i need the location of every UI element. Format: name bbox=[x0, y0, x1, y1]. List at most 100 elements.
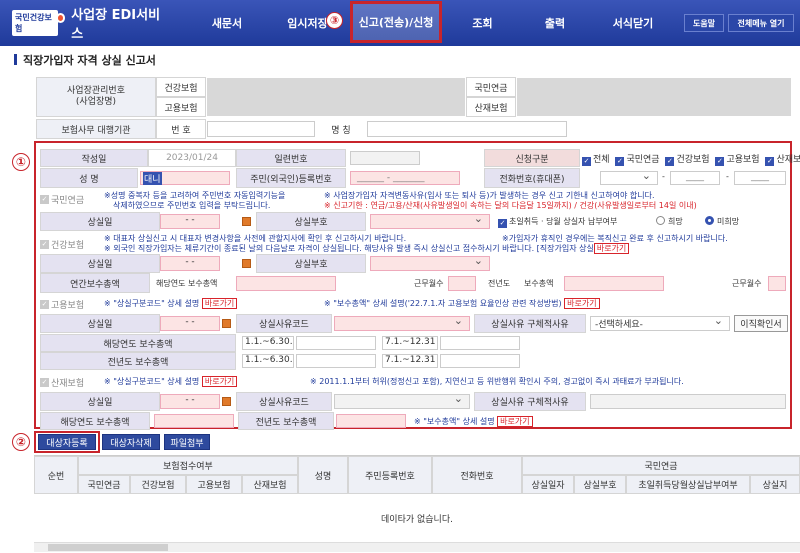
emp-loss-date-input[interactable]: - - bbox=[160, 316, 220, 331]
agency-number-input[interactable] bbox=[207, 121, 315, 137]
hope-radio[interactable]: 희망 bbox=[656, 216, 683, 227]
no-hope-radio[interactable]: 미희망 bbox=[705, 216, 739, 227]
logo-pin-icon bbox=[55, 13, 66, 23]
emp-note-1: ※ "상실구분코드" 상세 설명 바로가기 bbox=[104, 298, 238, 309]
horizontal-scrollbar[interactable] bbox=[34, 542, 800, 552]
attach-file-button[interactable]: 파일첨부 bbox=[164, 434, 210, 450]
apply-all-checkbox[interactable]: ✓ 전체 bbox=[582, 155, 610, 166]
acc-pay-shortcut-link[interactable]: 바로가기 bbox=[497, 416, 533, 427]
last-year-pay-input[interactable] bbox=[564, 276, 664, 291]
loss-date-input[interactable]: - - bbox=[160, 214, 220, 229]
check-icon: ✓ bbox=[498, 219, 507, 228]
acc-this-year-pay-input[interactable] bbox=[154, 414, 234, 428]
register-target-button[interactable]: 대상자등록 bbox=[38, 434, 96, 450]
health-note-3: ※가입자가 휴직인 경우에는 복직신고 완료 후 신고하시기 바랍니다. bbox=[502, 234, 728, 243]
acc-note-1: ※ "상실구분코드" 상세 설명 바로가기 bbox=[104, 376, 238, 387]
last-year-months-input[interactable] bbox=[768, 276, 786, 291]
health-label: 건강보험 bbox=[156, 77, 206, 97]
menu-inquiry[interactable]: 조회 bbox=[455, 0, 510, 46]
calendar-icon[interactable] bbox=[222, 397, 231, 406]
step-2-marker: ② bbox=[12, 433, 30, 451]
accident-section-tag: ✓ 산재보험 bbox=[40, 378, 85, 389]
apply-accident-checkbox[interactable]: ✓산재보험 bbox=[765, 155, 800, 166]
write-date-value[interactable]: 2023/01/24 bbox=[148, 149, 236, 167]
emp-this-year-h1-input[interactable] bbox=[296, 336, 376, 350]
step-1-marker: ① bbox=[12, 153, 30, 171]
menu-submit-report[interactable]: 신고(전송)/신청 bbox=[350, 1, 442, 43]
check-icon: ✓ bbox=[665, 157, 675, 166]
help-button[interactable]: 도움말 bbox=[684, 14, 724, 32]
health-shortcut-link[interactable]: 바로가기 bbox=[593, 243, 630, 254]
loss-date-label: 상실일 bbox=[40, 212, 160, 231]
agency-name-label: 명 칭 bbox=[331, 125, 351, 136]
emp-pay-shortcut-link[interactable]: 바로가기 bbox=[564, 298, 600, 309]
agency-label: 보험사무 대행기관 bbox=[36, 119, 156, 139]
top-menu-bar: 국민건강보험 사업장 EDI서비스 새문서 임시저장 ③ 신고(전송)/신청 조… bbox=[0, 0, 800, 46]
health-loss-code-select[interactable] bbox=[370, 254, 490, 271]
calendar-icon[interactable] bbox=[242, 259, 251, 268]
acc-loss-date-input[interactable]: - - bbox=[160, 394, 220, 409]
emp-loss-reason-code-label: 상실사유코드 bbox=[236, 314, 332, 333]
agency-name-input[interactable] bbox=[367, 121, 567, 137]
employment-label: 고용보험 bbox=[156, 97, 206, 117]
menu-new-document[interactable]: 새문서 bbox=[197, 0, 257, 46]
emp-last-year-h2-input[interactable] bbox=[440, 354, 520, 368]
delete-target-button[interactable]: 대상자삭제 bbox=[102, 434, 160, 450]
acc-loss-reason-detail-input[interactable] bbox=[590, 394, 786, 409]
id-input[interactable]: ______ - _______ bbox=[350, 171, 460, 185]
emp-this-year-h2-input[interactable] bbox=[440, 336, 520, 350]
emp-loss-reason-detail-select[interactable]: -선택하세요- bbox=[590, 314, 730, 331]
step-3-marker: ③ bbox=[326, 12, 343, 29]
last-year-label: 전년도 bbox=[488, 279, 511, 288]
emp-last-year-h1-input[interactable] bbox=[296, 354, 376, 368]
emp-loss-reason-code-select[interactable] bbox=[334, 314, 470, 331]
health-loss-date-input[interactable]: - - bbox=[160, 256, 220, 271]
check-icon: ✓ bbox=[615, 157, 625, 166]
apply-employment-checkbox[interactable]: ✓ 고용보험 bbox=[715, 155, 760, 166]
apply-type-label: 신청구분 bbox=[484, 149, 580, 167]
grid-col-accident: 산재보험 bbox=[242, 475, 298, 494]
menu-close-form[interactable]: 서식닫기 bbox=[598, 0, 668, 46]
this-year-months-input[interactable] bbox=[448, 276, 476, 291]
grid-empty-message: 데이타가 없습니다. bbox=[381, 515, 453, 525]
this-year-pay-input[interactable] bbox=[236, 276, 336, 291]
apply-pension-checkbox[interactable]: ✓ 국민연금 bbox=[615, 155, 660, 166]
emp-loss-reason-detail-label: 상실사유 구체적사유 bbox=[474, 314, 586, 333]
phone-mid-input[interactable]: ____ bbox=[670, 171, 720, 185]
employment-section-tag: ✓ 고용보험 bbox=[40, 300, 85, 311]
phone-prefix-select[interactable] bbox=[600, 169, 658, 185]
phone-label: 전화번호(휴대폰) bbox=[484, 168, 580, 188]
emp-this-year-pay-label: 해당연도 보수총액 bbox=[40, 334, 236, 352]
apply-health-checkbox[interactable]: ✓ 건강보험 bbox=[665, 155, 710, 166]
grid-col-id: 주민등록번호 bbox=[348, 456, 432, 494]
phone-last-input[interactable]: ____ bbox=[734, 171, 786, 185]
id-label: 주민(외국인)등록번호 bbox=[236, 168, 346, 188]
radio-icon bbox=[656, 216, 665, 225]
menu-print[interactable]: 출력 bbox=[525, 0, 585, 46]
leave-confirm-button[interactable]: 이직확인서 bbox=[734, 315, 788, 332]
acc-loss-reason-code-label: 상실사유코드 bbox=[236, 392, 332, 411]
acc-code-shortcut-link[interactable]: 바로가기 bbox=[201, 376, 238, 387]
name-input[interactable]: 대니 bbox=[140, 171, 230, 185]
scrollbar-thumb[interactable] bbox=[48, 544, 168, 551]
acc-loss-reason-code-select[interactable] bbox=[334, 392, 470, 409]
health-loss-date-label: 상실일 bbox=[40, 254, 160, 273]
pension-label: 국민연금 bbox=[466, 77, 516, 97]
calendar-icon[interactable] bbox=[242, 217, 251, 226]
emp-period-2-label: 7.1.~12.31 bbox=[382, 336, 438, 350]
emp-code-shortcut-link[interactable]: 바로가기 bbox=[201, 298, 238, 309]
loss-code-select[interactable] bbox=[370, 212, 490, 229]
calendar-icon[interactable] bbox=[222, 319, 231, 328]
acc-last-year-pay-input[interactable] bbox=[336, 414, 406, 428]
check-icon: ✓ bbox=[40, 195, 49, 204]
apply-type-checkboxes: ✓전체 ✓국민연금 ✓건강보험 ✓고용보험 ✓산재보험 bbox=[582, 152, 800, 166]
this-year-months-label: 근무월수 bbox=[414, 279, 444, 288]
phone-sep-1: - bbox=[662, 172, 665, 181]
business-number-masked bbox=[207, 78, 465, 116]
open-all-menu-button[interactable]: 전체메뉴 열기 bbox=[728, 14, 794, 32]
acc-note-2: ※ 2011.1.1부터 허위(정정신고 포함), 지연신고 등 위반행위 확인… bbox=[310, 377, 684, 386]
serial-label: 일련번호 bbox=[236, 149, 346, 167]
radio-selected-icon bbox=[705, 216, 714, 225]
accident-label: 산재보험 bbox=[466, 97, 516, 117]
acc-loss-date-label: 상실일 bbox=[40, 392, 160, 411]
